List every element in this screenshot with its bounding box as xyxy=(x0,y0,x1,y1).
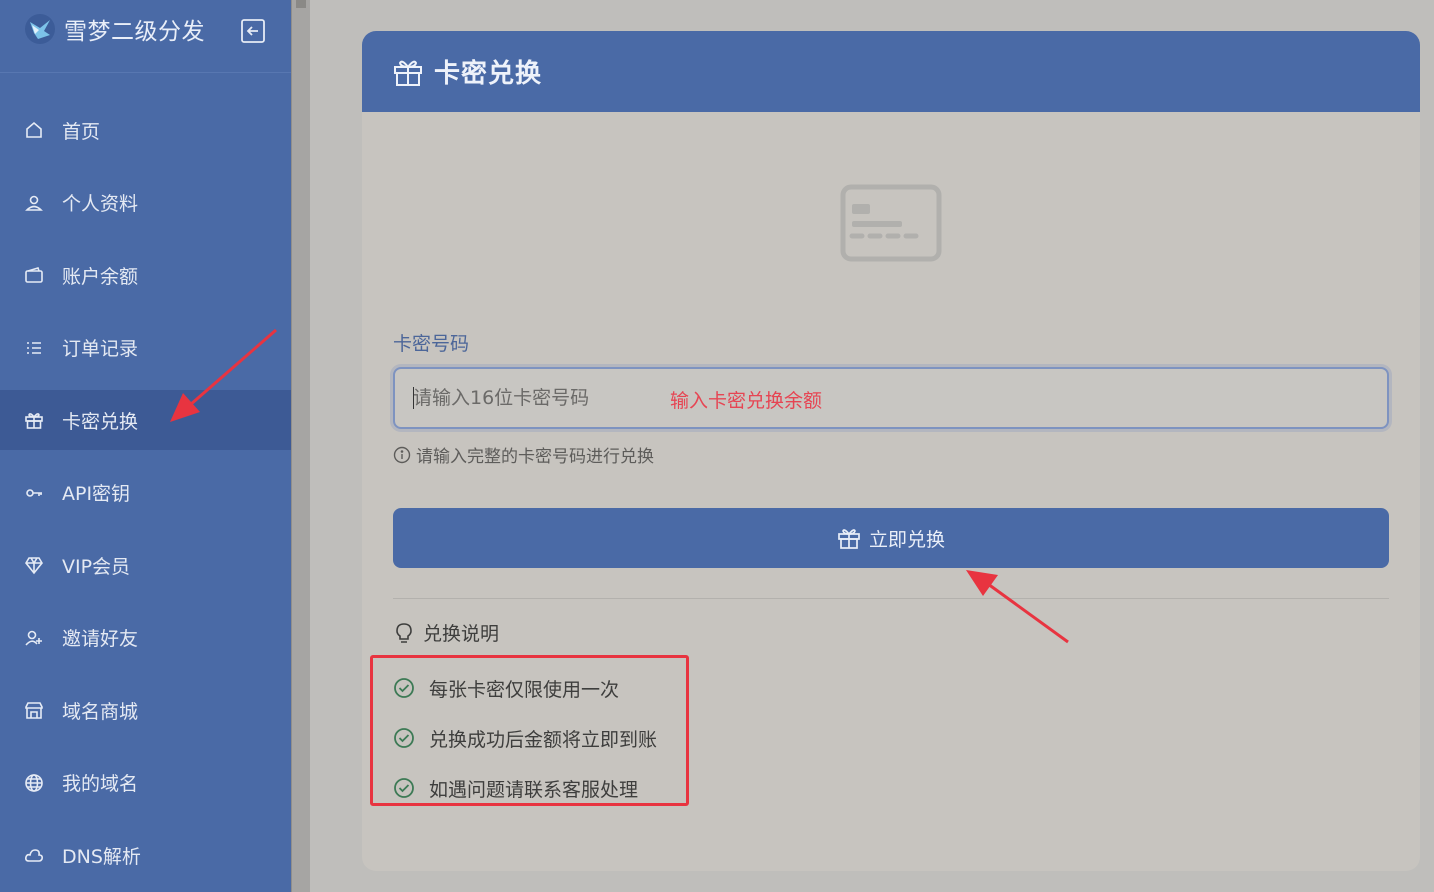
key-icon xyxy=(24,483,44,503)
list-item: 兑换成功后金额将立即到账 xyxy=(393,713,657,763)
sidebar-item-api-key[interactable]: API密钥 xyxy=(0,463,291,523)
check-circle-icon xyxy=(394,678,414,698)
sidebar-item-my-domains[interactable]: 我的域名 xyxy=(0,753,291,813)
gift-icon xyxy=(838,529,860,549)
sidebar-item-label: 卡密兑换 xyxy=(62,410,139,433)
gift-icon xyxy=(24,410,44,430)
redeem-button[interactable]: 立即兑换 xyxy=(393,508,1389,568)
card-title: 卡密兑换 xyxy=(434,59,543,89)
gift-icon xyxy=(394,60,422,86)
card-number-field[interactable]: 输入卡密兑换余额 xyxy=(393,367,1389,429)
sidebar-item-balance[interactable]: 账户余额 xyxy=(0,245,291,305)
input-hint: 请输入完整的卡密号码进行兑换 xyxy=(393,442,654,467)
sidebar-item-label: 个人资料 xyxy=(62,193,139,215)
notes-list: 每张卡密仅限使用一次 兑换成功后金额将立即到账 如遇问题请联系客服处理 xyxy=(393,663,657,813)
sidebar-item-label: 域名商城 xyxy=(62,700,139,723)
sidebar-item-dns[interactable]: DNS解析 xyxy=(0,825,291,885)
sidebar-nav: 首页 个人资料 账户余额 订单记录 卡密兑换 API密钥 VIP会员 邀请好友 xyxy=(0,100,291,885)
globe-icon xyxy=(24,773,44,793)
divider xyxy=(393,598,1389,599)
sidebar-item-home[interactable]: 首页 xyxy=(0,100,291,160)
sidebar-item-profile[interactable]: 个人资料 xyxy=(0,173,291,233)
lightbulb-icon xyxy=(396,622,412,643)
sidebar-item-label: 订单记录 xyxy=(62,338,139,360)
wallet-icon xyxy=(24,265,44,285)
list-item: 如遇问题请联系客服处理 xyxy=(393,763,657,813)
sidebar-item-label: 我的域名 xyxy=(62,773,139,795)
notes-title: 兑换说明 xyxy=(393,619,499,646)
sidebar-item-label: DNS解析 xyxy=(62,845,141,868)
text-caret xyxy=(413,387,414,409)
note-text: 如遇问题请联系客服处理 xyxy=(429,778,639,801)
credit-card-icon xyxy=(840,184,942,262)
list-item: 每张卡密仅限使用一次 xyxy=(393,663,657,713)
note-text: 每张卡密仅限使用一次 xyxy=(429,678,620,701)
note-text: 兑换成功后金额将立即到账 xyxy=(429,728,658,751)
annotation-text: 输入卡密兑换余额 xyxy=(670,390,823,412)
home-icon xyxy=(24,120,44,140)
card-number-label: 卡密号码 xyxy=(393,333,470,355)
user-plus-icon xyxy=(24,628,44,648)
scrollbar[interactable] xyxy=(291,0,310,892)
sidebar-item-invite[interactable]: 邀请好友 xyxy=(0,608,291,668)
notes-title-text: 兑换说明 xyxy=(423,623,500,645)
sidebar-item-redeem[interactable]: 卡密兑换 xyxy=(0,390,291,450)
brand: 雪梦二级分发 xyxy=(0,0,291,73)
card-header: 卡密兑换 xyxy=(362,31,1420,112)
sidebar-item-label: 首页 xyxy=(62,120,101,143)
cloud-icon xyxy=(24,845,44,865)
check-circle-icon xyxy=(394,728,414,748)
collapse-sidebar-icon[interactable] xyxy=(240,18,266,44)
logo-icon xyxy=(25,14,55,44)
store-icon xyxy=(24,700,44,720)
hint-text: 请输入完整的卡密号码进行兑换 xyxy=(416,447,654,467)
sidebar-item-domain-store[interactable]: 域名商城 xyxy=(0,680,291,740)
sidebar-item-orders[interactable]: 订单记录 xyxy=(0,318,291,378)
sidebar: 雪梦二级分发 首页 个人资料 账户余额 订单记录 卡密兑换 API密钥 VIP会… xyxy=(0,0,291,892)
app-title: 雪梦二级分发 xyxy=(64,19,205,45)
sidebar-item-label: 邀请好友 xyxy=(62,628,139,650)
redeem-button-label: 立即兑换 xyxy=(868,528,945,551)
diamond-icon xyxy=(24,555,44,575)
scrollbar-thumb[interactable] xyxy=(296,0,306,8)
user-icon xyxy=(24,193,44,213)
list-icon xyxy=(24,338,44,358)
check-circle-icon xyxy=(394,778,414,798)
redeem-card: 卡密兑换 卡密号码 输入卡密兑换余额 请输入完整的卡密号码进行兑换 立即兑换 兑… xyxy=(362,31,1420,871)
sidebar-item-label: 账户余额 xyxy=(62,265,139,288)
sidebar-item-vip[interactable]: VIP会员 xyxy=(0,535,291,595)
sidebar-item-label: API密钥 xyxy=(62,483,131,505)
sidebar-item-label: VIP会员 xyxy=(62,555,131,578)
info-icon xyxy=(393,446,411,463)
card-number-input[interactable] xyxy=(413,369,643,427)
